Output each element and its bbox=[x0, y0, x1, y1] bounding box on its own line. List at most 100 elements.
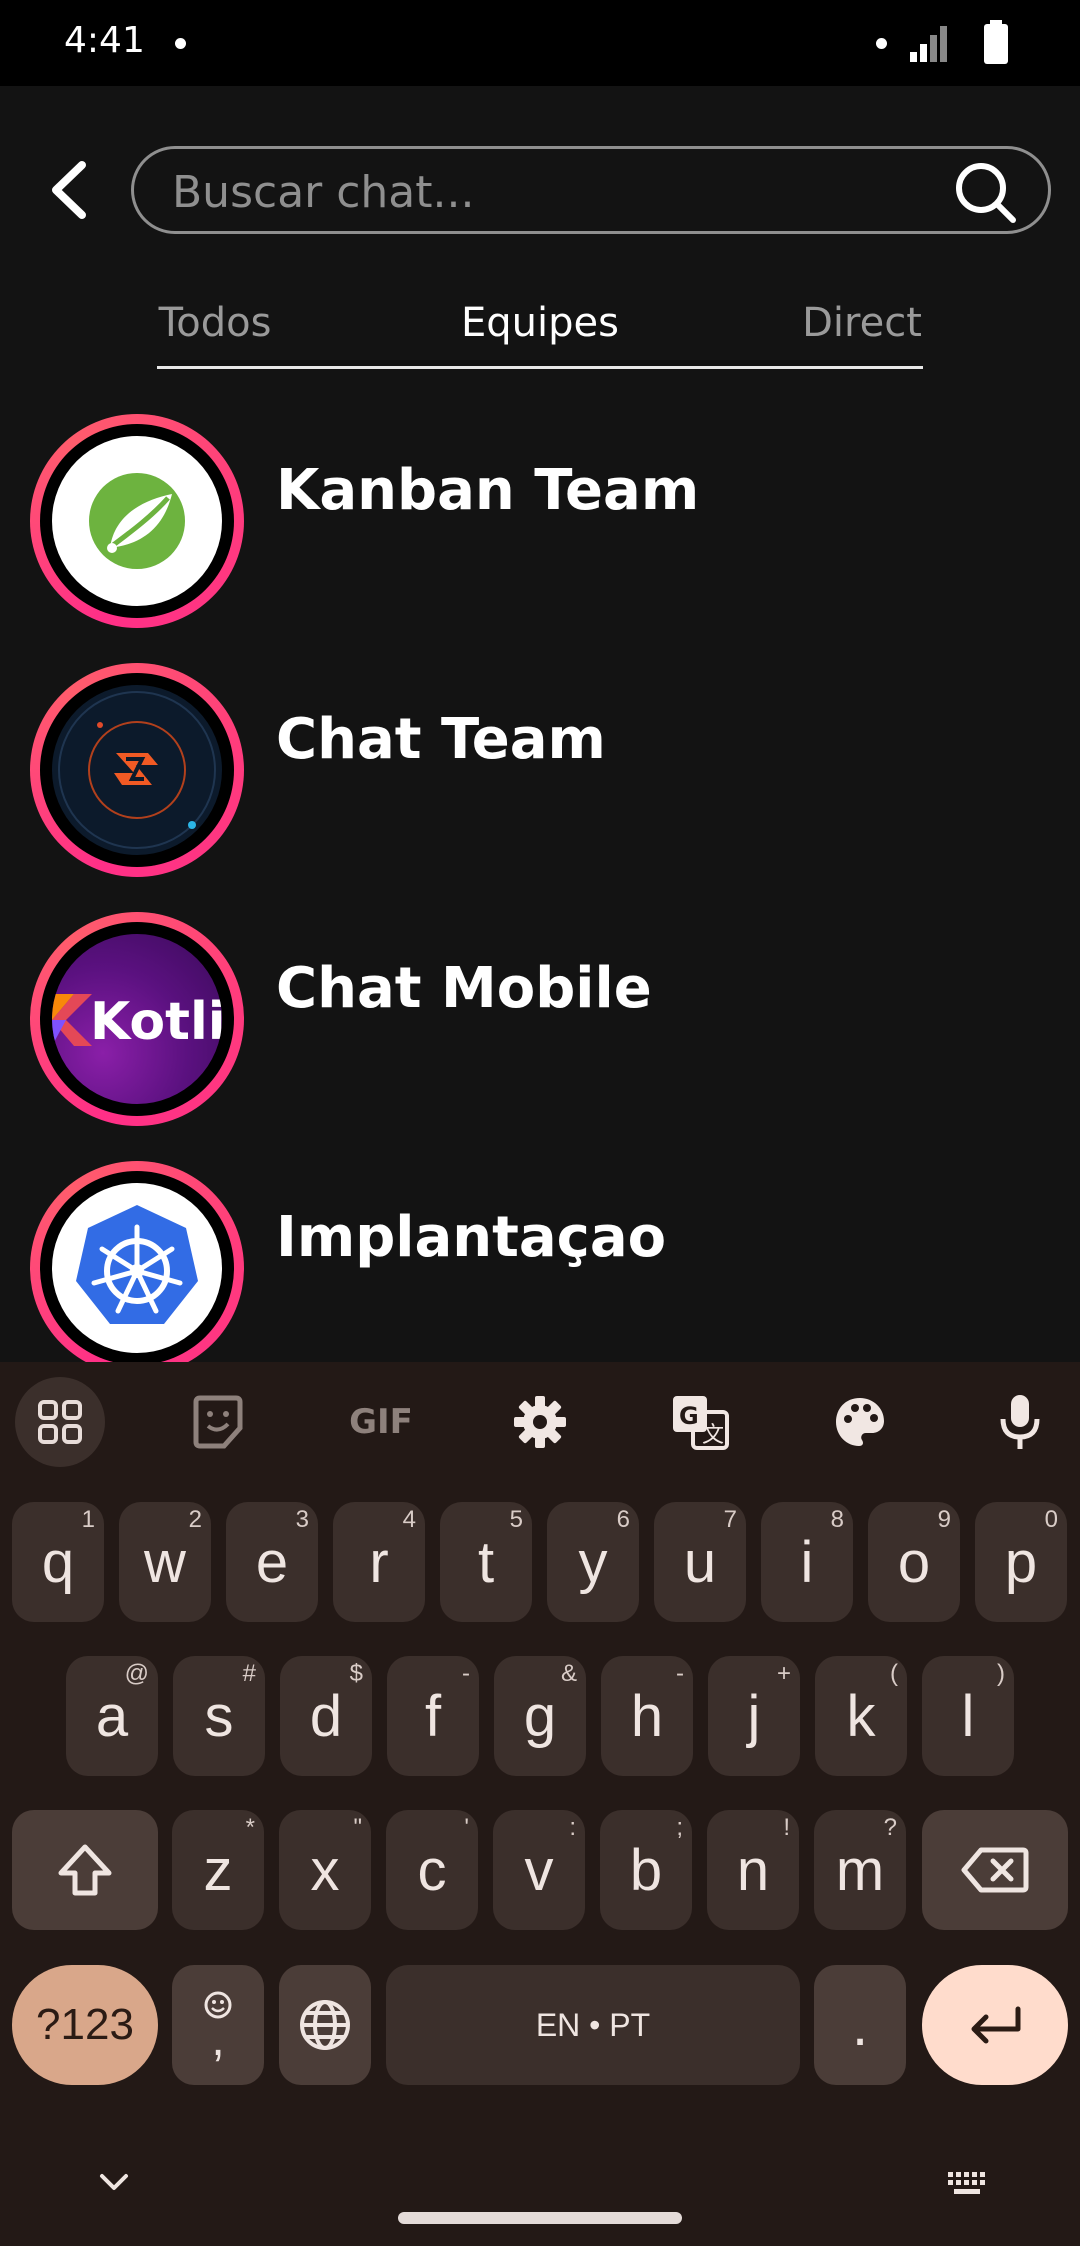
status-dot-icon bbox=[876, 38, 887, 49]
hide-keyboard-chevron-icon[interactable] bbox=[96, 2170, 132, 2194]
key-x[interactable]: x " bbox=[279, 1810, 371, 1930]
shift-key[interactable] bbox=[12, 1810, 158, 1930]
translate-button[interactable]: G 文 bbox=[668, 1390, 732, 1454]
key-hint: 7 bbox=[723, 1506, 737, 1533]
back-button[interactable] bbox=[28, 150, 108, 230]
key-hint: 6 bbox=[616, 1506, 630, 1533]
key-l[interactable]: l) bbox=[922, 1656, 1014, 1776]
key-v[interactable]: v: bbox=[493, 1810, 585, 1930]
key-hint: 1 bbox=[81, 1506, 95, 1533]
key-y[interactable]: y6 bbox=[547, 1502, 639, 1622]
key-label: t bbox=[477, 1529, 495, 1595]
key-hint: # bbox=[242, 1660, 256, 1687]
key-label: c bbox=[417, 1837, 447, 1903]
key-w[interactable]: w2 bbox=[119, 1502, 211, 1622]
key-m[interactable]: m? bbox=[814, 1810, 906, 1930]
key-label: s bbox=[204, 1683, 234, 1749]
gif-button[interactable]: GIF bbox=[346, 1390, 416, 1454]
key-label: v bbox=[524, 1837, 554, 1903]
sticker-button[interactable] bbox=[186, 1390, 250, 1454]
key-d[interactable]: d $ bbox=[280, 1656, 372, 1776]
apps-grid-button[interactable] bbox=[15, 1377, 105, 1467]
signal-icon bbox=[910, 26, 947, 62]
chat-item-kanban-team[interactable]: Kanban Team bbox=[0, 414, 1080, 654]
search-input[interactable]: Buscar chat... bbox=[131, 146, 1051, 234]
key-a[interactable]: a @ bbox=[66, 1656, 158, 1776]
key-label: m bbox=[835, 1837, 885, 1903]
chat-item-chat-team[interactable]: Chat Team bbox=[0, 663, 1080, 903]
key-u[interactable]: u7 bbox=[654, 1502, 746, 1622]
key-j[interactable]: j + bbox=[708, 1656, 800, 1776]
tab-equipes[interactable]: Equipes bbox=[440, 300, 640, 346]
key-h[interactable]: h- bbox=[601, 1656, 693, 1776]
key-k[interactable]: k( bbox=[815, 1656, 907, 1776]
chat-name: Chat Team bbox=[276, 707, 606, 772]
key-label: a bbox=[95, 1683, 129, 1749]
tab-todos[interactable]: Todos bbox=[135, 300, 295, 346]
key-b[interactable]: b; bbox=[600, 1810, 692, 1930]
tab-label: Direct bbox=[802, 300, 922, 346]
key-g[interactable]: g & bbox=[494, 1656, 586, 1776]
key-label: f bbox=[424, 1683, 442, 1749]
gif-label: GIF bbox=[349, 1402, 413, 1442]
key-f[interactable]: f- bbox=[387, 1656, 479, 1776]
key-hint: ? bbox=[883, 1814, 897, 1841]
battery-icon bbox=[984, 20, 1008, 64]
key-label: i bbox=[800, 1529, 814, 1595]
key-r[interactable]: r4 bbox=[333, 1502, 425, 1622]
keyboard bbox=[0, 1362, 1080, 2246]
globe-icon bbox=[300, 2000, 350, 2050]
key-c[interactable]: c ' bbox=[386, 1810, 478, 1930]
comma-emoji-key[interactable]: , bbox=[172, 1965, 264, 2085]
key-n[interactable]: n! bbox=[707, 1810, 799, 1930]
backspace-key[interactable] bbox=[922, 1810, 1068, 1930]
avatar: Kotlin bbox=[30, 912, 244, 1126]
search-placeholder: Buscar chat... bbox=[172, 167, 475, 218]
key-hint: 2 bbox=[188, 1506, 202, 1533]
symbols-key[interactable]: ?123 bbox=[12, 1965, 158, 2085]
kotlin-logo-icon bbox=[52, 994, 92, 1046]
key-hint: - bbox=[462, 1660, 470, 1687]
orbit-logo-icon bbox=[58, 691, 216, 849]
svg-text:文: 文 bbox=[702, 1423, 724, 1448]
shift-arrow-icon bbox=[58, 1844, 112, 1896]
tab-label: Todos bbox=[158, 300, 272, 346]
key-e[interactable]: e3 bbox=[226, 1502, 318, 1622]
key-q[interactable]: q1 bbox=[12, 1502, 104, 1622]
chat-name: Chat Mobile bbox=[276, 956, 652, 1021]
key-i[interactable]: i8 bbox=[761, 1502, 853, 1622]
backspace-icon bbox=[961, 1847, 1029, 1893]
chat-item-chat-mobile[interactable]: Kotlin Chat Mobile bbox=[0, 912, 1080, 1152]
key-label: n bbox=[736, 1837, 770, 1903]
gesture-nav-handle[interactable] bbox=[398, 2212, 682, 2224]
key-s[interactable]: s # bbox=[173, 1656, 265, 1776]
theme-button[interactable] bbox=[828, 1390, 892, 1454]
spring-leaf-icon bbox=[89, 473, 185, 569]
key-label: l bbox=[961, 1683, 975, 1749]
search-icon[interactable] bbox=[952, 159, 1018, 225]
key-hint: & bbox=[560, 1660, 577, 1687]
settings-button[interactable] bbox=[508, 1390, 572, 1454]
key-hint: * bbox=[245, 1814, 255, 1841]
key-z[interactable]: z * bbox=[172, 1810, 264, 1930]
status-bar: 4:41 bbox=[0, 0, 1080, 86]
key-hint: 8 bbox=[830, 1506, 844, 1533]
key-t[interactable]: t5 bbox=[440, 1502, 532, 1622]
key-hint: ! bbox=[783, 1814, 790, 1841]
tab-direct[interactable]: Direct bbox=[782, 300, 942, 346]
enter-arrow-icon bbox=[971, 2006, 1021, 2044]
key-o[interactable]: o9 bbox=[868, 1502, 960, 1622]
keyboard-switch-icon[interactable] bbox=[946, 2170, 990, 2198]
enter-key[interactable] bbox=[922, 1965, 1068, 2085]
space-key[interactable]: EN • PT bbox=[386, 1965, 800, 2085]
notification-dot-icon bbox=[175, 38, 186, 49]
voice-input-button[interactable] bbox=[988, 1390, 1052, 1454]
key-label: j bbox=[747, 1683, 761, 1749]
language-key[interactable] bbox=[279, 1965, 371, 2085]
key-p[interactable]: p0 bbox=[975, 1502, 1067, 1622]
period-key[interactable]: . bbox=[814, 1965, 906, 2085]
tab-label: Equipes bbox=[461, 300, 619, 346]
key-hint: 4 bbox=[402, 1506, 416, 1533]
key-label: r bbox=[369, 1529, 389, 1595]
key-hint: ' bbox=[464, 1814, 469, 1841]
